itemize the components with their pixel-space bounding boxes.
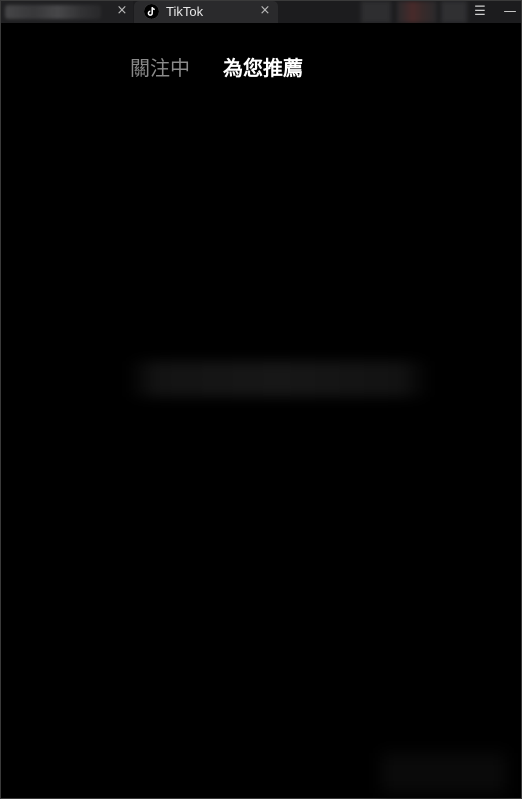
- blurred-region: [397, 1, 437, 23]
- tab-for-you[interactable]: 為您推薦: [223, 53, 303, 83]
- tab-following[interactable]: 關注中: [130, 53, 190, 83]
- browser-tab-inactive[interactable]: ×: [1, 1, 133, 23]
- tab-title: TikTok: [166, 4, 204, 19]
- minimize-icon[interactable]: —: [501, 3, 519, 21]
- browser-tab-active[interactable]: TikTok ×: [134, 1, 278, 23]
- feed-tabs: 關注中 為您推薦: [1, 53, 521, 85]
- blurred-loading-placeholder: [126, 361, 431, 397]
- blurred-region: [381, 753, 506, 793]
- tab-strip: × TikTok × ☰ —: [1, 1, 521, 23]
- blurred-region: [361, 1, 391, 23]
- blurred-region: [441, 1, 467, 23]
- menu-icon[interactable]: ☰: [471, 3, 489, 21]
- close-icon[interactable]: ×: [258, 4, 272, 18]
- close-icon[interactable]: ×: [115, 4, 129, 18]
- blurred-tab-title: [5, 5, 101, 19]
- browser-window: × TikTok × ☰ — 關注中 為您推薦: [0, 0, 522, 799]
- tiktok-logo-icon: [144, 4, 159, 19]
